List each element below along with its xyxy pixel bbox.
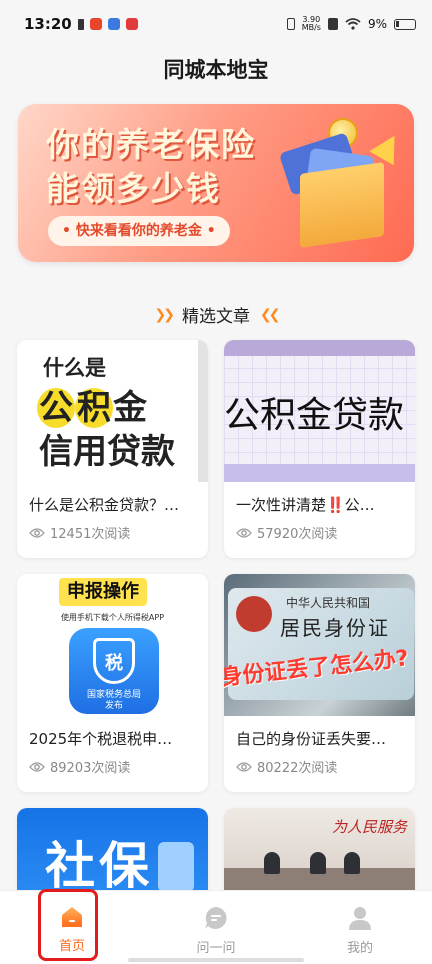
article-title[interactable]: 自己的身份证丢失要… [236,728,403,749]
article-thumbnail: 中华人民共和国 居民身份证 身份证丢了怎么办? [224,574,415,716]
thumb-band [224,464,415,482]
thumb-text: 居民身份证 [280,616,390,640]
banner-headline-1: 你的养老保险 [46,125,256,164]
article-meta: 80222次阅读 [236,757,403,776]
banner-headline-2: 能领多少钱 [46,169,221,208]
article-title[interactable]: 什么是公积金贷款？… [29,494,196,515]
thumb-text: 公积金贷款 [224,395,405,436]
article-meta: 57920次阅读 [236,523,403,542]
nfc-icon [327,18,338,30]
article-card[interactable]: 社保 [17,808,208,898]
tab-label: 问一问 [196,941,236,956]
eye-icon [236,527,252,538]
wifi-icon [345,18,361,30]
article-title[interactable]: 2025年个税退税申… [29,728,196,749]
page-title: 同城本地宝 [163,58,269,82]
thumb-text: 中华人民共和国 [286,596,371,610]
app-notification-icon [107,18,120,30]
person-illustration [344,852,360,874]
read-count: 12451次阅读 [50,527,131,542]
thumb-text: 什么是 [43,356,106,380]
gift-box-illustration [300,162,384,248]
eye-icon [29,761,45,772]
chat-icon [205,907,227,929]
read-count: 89203次阅读 [50,761,131,776]
section-title: 精选文章 [182,307,250,327]
double-arrow-right-icon: ❯❯ [154,306,176,323]
section-header: ❯❯ 精选文章 ❮❮ [0,302,432,328]
thumb-edge [198,340,208,482]
battery-percent: 9% [367,17,387,31]
battery-icon [394,18,416,30]
thumb-band [224,340,415,356]
article-meta: 89203次阅读 [29,757,196,776]
article-thumbnail: 为人民服务 [224,808,415,898]
news-notification-icon [125,18,138,30]
thumb-text: 使用手机下载个人所得税APP [60,613,165,622]
eye-icon [236,761,252,772]
article-card[interactable]: 什么是 公积金 信用贷款 什么是公积金贷款？… 12451次阅读 [17,340,208,558]
thumb-text: 国家税务总局 发布 [86,690,141,711]
eye-icon [29,527,45,538]
article-thumbnail: 公积金贷款 [224,340,415,482]
emblem-icon [236,596,272,632]
read-count: 57920次阅读 [257,527,338,542]
article-meta: 12451次阅读 [29,523,196,542]
sim-icon [77,18,84,30]
thumb-pill: 申报操作 [59,578,147,606]
article-card[interactable]: 为人民服务 [224,808,415,898]
thumb-text: 公积金 [37,388,147,428]
thumb-text: 为人民服务 [331,818,407,836]
article-thumbnail: 社保 [17,808,208,898]
person-illustration [310,852,326,874]
weibo-notification-icon [89,18,102,30]
article-card[interactable]: 申报操作 使用手机下载个人所得税APP 税 国家税务总局 发布 2025年个税退… [17,574,208,792]
read-count: 80222次阅读 [257,761,338,776]
article-title[interactable]: 一次性讲清楚‼️公… [236,494,403,515]
article-card[interactable]: 公积金贷款 一次性讲清楚‼️公… 57920次阅读 [224,340,415,558]
thumb-text: 信用贷款 [39,432,175,472]
article-thumbnail: 申报操作 使用手机下载个人所得税APP 税 国家税务总局 发布 [17,574,208,716]
tab-label: 我的 [346,941,373,956]
thumb-text: 社保 [45,837,153,895]
arrow-illustration [369,128,407,166]
shield-icon: 税 [93,638,135,684]
home-tab-highlight [38,889,98,961]
network-speed: 3.90 MB/s [301,15,321,32]
tab-ask[interactable]: 问一问 [144,891,288,964]
banner-cta[interactable]: • 快来看看你的养老金 • [48,216,230,246]
vibrate-icon [286,18,295,30]
home-indicator[interactable] [128,958,304,962]
tab-profile[interactable]: 我的 [288,891,432,964]
social-card-illustration [158,842,194,892]
person-illustration [264,852,280,874]
article-card[interactable]: 中华人民共和国 居民身份证 身份证丢了怎么办? 自己的身份证丢失要… 80222… [224,574,415,792]
article-grid: 什么是 公积金 信用贷款 什么是公积金贷款？… 12451次阅读 公积金贷款 一… [17,340,415,898]
article-thumbnail: 什么是 公积金 信用贷款 [17,340,208,482]
status-time: 13:20 [24,15,72,33]
user-icon [349,907,371,930]
pension-banner[interactable]: 你的养老保险 能领多少钱 • 快来看看你的养老金 • [18,104,414,262]
double-arrow-left-icon: ❮❮ [260,306,281,323]
tax-app-icon: 税 国家税务总局 发布 [69,628,159,714]
status-bar: 13:20 3.90 MB/s 9% [0,0,432,48]
